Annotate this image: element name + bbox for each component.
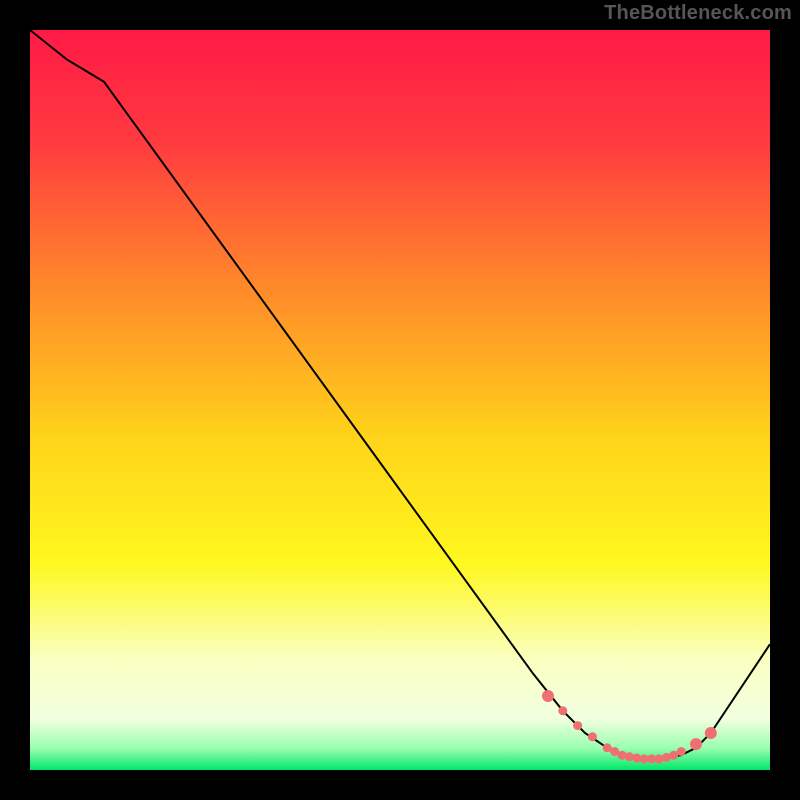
watermark-text: TheBottleneck.com [604,2,792,25]
optimal-marker [625,752,634,761]
bottleneck-chart [0,0,800,800]
optimal-marker [558,706,567,715]
plot-background [30,30,770,770]
optimal-marker [588,732,597,741]
optimal-marker [677,747,686,756]
optimal-marker [655,754,664,763]
optimal-marker [690,738,702,750]
chart-container: TheBottleneck.com [0,0,800,800]
optimal-marker [705,727,717,739]
optimal-marker [542,690,554,702]
optimal-marker [573,721,582,730]
optimal-marker [618,751,627,760]
